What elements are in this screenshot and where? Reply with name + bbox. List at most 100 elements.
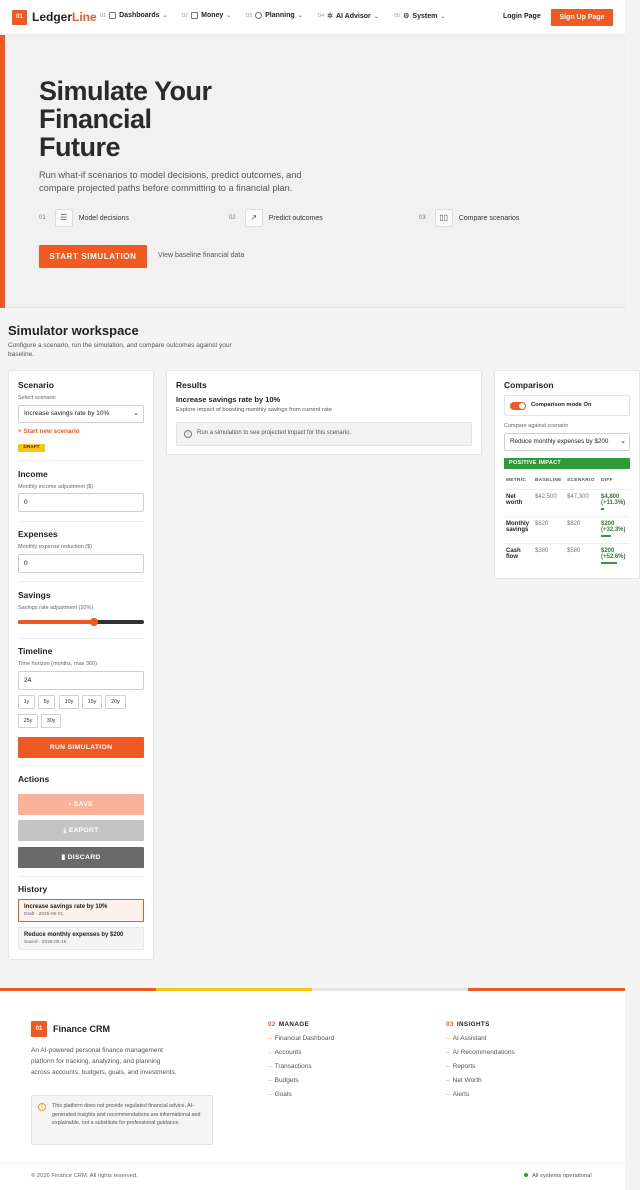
divider bbox=[18, 521, 144, 522]
nav-ai-advisor[interactable]: 04 ✲ AI Advisor ⌄ bbox=[318, 12, 379, 21]
brand-logo[interactable]: LedgerLine bbox=[32, 10, 97, 24]
link-label: Budgets bbox=[274, 1077, 299, 1084]
nav-number: 04 bbox=[318, 13, 325, 19]
brand-name-accent: Line bbox=[72, 10, 97, 24]
divider bbox=[18, 638, 144, 639]
preset-30y[interactable]: 30y bbox=[41, 714, 61, 728]
run-simulation-button[interactable]: RUN SIMULATION bbox=[18, 737, 144, 758]
discard-button[interactable]: ▮ DISCARD bbox=[18, 847, 144, 868]
metric-cell: Monthly savings bbox=[504, 516, 533, 544]
link-label: Accounts bbox=[274, 1049, 302, 1056]
hero-accent-bar bbox=[0, 35, 5, 308]
diff-bar bbox=[601, 562, 617, 564]
history-item[interactable]: Increase savings rate by 10% Draft · 202… bbox=[18, 899, 144, 922]
comparison-toggle-label: Comparison mode On bbox=[531, 402, 592, 408]
savings-slider[interactable] bbox=[18, 618, 144, 626]
income-input[interactable]: 0 bbox=[18, 493, 144, 512]
footer-link[interactable]: – Financial Dashboard bbox=[268, 1035, 334, 1042]
signup-button[interactable]: Sign Up Page bbox=[551, 9, 613, 26]
footer-link[interactable]: – Alerts bbox=[446, 1091, 469, 1098]
login-link[interactable]: Login Page bbox=[503, 13, 541, 20]
nav-planning[interactable]: 03 Planning ⌄ bbox=[246, 12, 303, 19]
save-icon: ▪ bbox=[68, 801, 72, 808]
comparison-title: Comparison bbox=[504, 380, 554, 390]
compare-select[interactable]: Reduce monthly expenses by $200 ⌄ bbox=[504, 433, 630, 451]
scenario-title: Scenario bbox=[18, 380, 54, 390]
footer-link[interactable]: – Accounts bbox=[268, 1049, 301, 1056]
baseline-data-link[interactable]: View baseline financial data bbox=[158, 252, 244, 259]
footer-link[interactable]: – Goals bbox=[268, 1091, 292, 1098]
preset-10y[interactable]: 10y bbox=[59, 695, 79, 709]
nav-label: Dashboards bbox=[119, 12, 160, 19]
diff-bar bbox=[601, 535, 611, 537]
results-scenario-desc: Explore impact of boosting monthly savin… bbox=[176, 407, 332, 413]
timeline-input[interactable]: 24 bbox=[18, 671, 144, 690]
diff-cell: $200 (+52.6%) bbox=[599, 543, 630, 571]
save-button[interactable]: ▪ SAVE bbox=[18, 794, 144, 815]
scenario-select[interactable]: Increase savings rate by 10% ⌄ bbox=[18, 405, 144, 423]
results-empty-message: Run a simulation to see projected impact… bbox=[197, 430, 352, 436]
expenses-title: Expenses bbox=[18, 529, 58, 539]
new-scenario-link[interactable]: + Start new scenario bbox=[18, 428, 79, 435]
divider bbox=[18, 765, 144, 766]
footer: 01 Finance CRM An AI-powered personal fi… bbox=[0, 988, 625, 1190]
preset-25y[interactable]: 25y bbox=[18, 714, 38, 728]
export-button[interactable]: ⤓ EXPORT bbox=[18, 820, 144, 841]
footer-insights-heading: 03 INSIGHTS bbox=[446, 1021, 490, 1028]
savings-label: Savings rate adjustment (10%) bbox=[18, 605, 94, 611]
timeline-label: Time horizon (months, max 360) bbox=[18, 661, 97, 667]
baseline-cell: $42,500 bbox=[533, 489, 565, 517]
footer-link[interactable]: – AI Assistant bbox=[446, 1035, 487, 1042]
heading-number: 02 bbox=[268, 1021, 276, 1028]
nav-label: AI Advisor bbox=[336, 12, 371, 20]
hero-title-line: Simulate Your bbox=[39, 76, 212, 106]
chevron-down-icon: ⌄ bbox=[620, 438, 626, 445]
link-label: Financial Dashboard bbox=[274, 1035, 335, 1042]
status-dot-icon bbox=[524, 1173, 528, 1178]
hero-title: Simulate Your Financial Future bbox=[39, 77, 299, 161]
footer-accent-bar bbox=[156, 988, 312, 991]
nav-dashboards[interactable]: 01 Dashboards ⌄ bbox=[100, 12, 168, 19]
trash-icon: ▮ bbox=[61, 854, 66, 861]
comparison-toggle[interactable] bbox=[510, 402, 526, 410]
footer-link[interactable]: – Reports bbox=[446, 1063, 475, 1070]
chevron-down-icon: ⌄ bbox=[440, 13, 446, 20]
toggle-knob bbox=[519, 403, 525, 409]
preset-20y[interactable]: 20y bbox=[105, 695, 126, 709]
nav-number: 03 bbox=[246, 12, 253, 19]
nav-number: 05 bbox=[394, 13, 401, 19]
chevron-down-icon: ⌄ bbox=[226, 13, 232, 19]
nav-system[interactable]: 05 ⚙ System ⌄ bbox=[394, 12, 446, 21]
table-row: Net worth $42,500 $47,300 $4,800 (+11.3%… bbox=[504, 489, 630, 517]
brand-badge[interactable]: 01 bbox=[12, 10, 27, 25]
preset-15y[interactable]: 15y bbox=[82, 695, 102, 709]
wallet-icon bbox=[191, 12, 199, 19]
workspace-subtitle: Configure a scenario, run the simulation… bbox=[8, 342, 232, 358]
preset-5y[interactable]: 5y bbox=[38, 695, 55, 709]
history-item[interactable]: Reduce monthly expenses by $200 Saved · … bbox=[18, 927, 144, 950]
diff-value: $200 (+52.6%) bbox=[601, 548, 626, 560]
hero-section: Simulate Your Financial Future Run what-… bbox=[0, 35, 625, 308]
start-simulation-button[interactable]: START SIMULATION bbox=[39, 245, 147, 268]
compare-icon: ▯▯ bbox=[434, 209, 453, 227]
history-title: History bbox=[18, 884, 48, 894]
nav-money[interactable]: 02 Money ⌄ bbox=[182, 12, 231, 19]
footer-accent-bar bbox=[0, 988, 156, 991]
compare-select-value: Reduce monthly expenses by $200 bbox=[510, 438, 609, 445]
workspace-title: Simulator workspace bbox=[8, 323, 139, 338]
footer-divider bbox=[0, 1163, 625, 1164]
preset-1y[interactable]: 1y bbox=[18, 695, 35, 709]
hero-title-line: Financial bbox=[39, 104, 152, 134]
column-header: DIFF bbox=[601, 478, 613, 483]
scenario-select-label: Select scenario bbox=[18, 395, 56, 401]
feature-model-decisions: 01 ☰ Model decisions bbox=[39, 209, 129, 227]
baseline-cell: $620 bbox=[533, 516, 565, 544]
footer-brand-name: Finance CRM bbox=[53, 1024, 111, 1034]
metric-cell: Cash flow bbox=[504, 543, 533, 571]
footer-link[interactable]: – AI Recommendations bbox=[446, 1049, 515, 1056]
footer-link[interactable]: – Budgets bbox=[268, 1077, 298, 1084]
footer-link[interactable]: – Net Worth bbox=[446, 1077, 482, 1084]
expenses-input[interactable]: 0 bbox=[18, 554, 144, 573]
footer-link[interactable]: – Transactions bbox=[268, 1063, 312, 1070]
slider-handle[interactable] bbox=[89, 618, 98, 626]
